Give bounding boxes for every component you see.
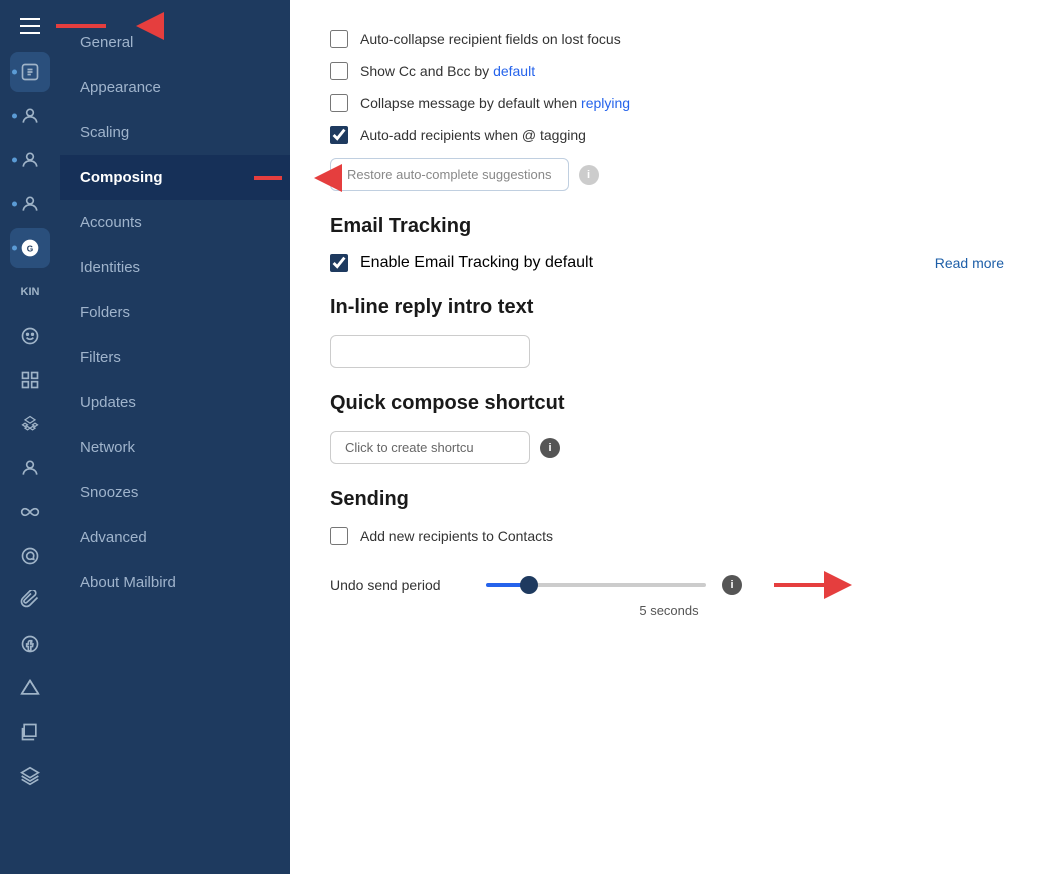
shortcut-info-icon[interactable]: i xyxy=(540,438,560,458)
sidebar-item-advanced[interactable]: Advanced xyxy=(60,515,290,560)
collapse-reply-label: Collapse message by default when replyin… xyxy=(360,95,630,111)
icon-account-5[interactable]: G xyxy=(10,228,50,268)
icon-facebook[interactable] xyxy=(10,624,50,664)
collapse-reply-checkbox[interactable] xyxy=(330,94,348,112)
sidebar-item-folders[interactable]: Folders xyxy=(60,290,290,335)
icon-smile[interactable] xyxy=(10,316,50,356)
sidebar-item-scaling[interactable]: Scaling xyxy=(60,110,290,155)
sidebar-icons-column: G KIN xyxy=(0,0,60,874)
checkbox-row-collapse-reply: Collapse message by default when replyin… xyxy=(330,94,1004,112)
email-tracking-label: Enable Email Tracking by default xyxy=(360,254,593,272)
email-tracking-title: Email Tracking xyxy=(330,215,1004,238)
sidebar-item-appearance[interactable]: Appearance xyxy=(60,65,290,110)
add-recipients-row: Add new recipients to Contacts xyxy=(330,527,1004,545)
show-cc-link-text: default xyxy=(493,63,535,79)
inline-reply-title: In-line reply intro text xyxy=(330,296,1004,319)
email-tracking-checkbox[interactable] xyxy=(330,254,348,272)
undo-value-display: 5 seconds xyxy=(486,603,852,618)
sidebar-item-accounts[interactable]: Accounts xyxy=(60,200,290,245)
show-cc-bcc-checkbox[interactable] xyxy=(330,62,348,80)
sending-title: Sending xyxy=(330,488,1004,511)
svg-text:G: G xyxy=(27,243,33,253)
icon-person[interactable] xyxy=(10,448,50,488)
auto-add-recipients-label: Auto-add recipients when @ tagging xyxy=(360,127,586,143)
undo-period-container: Undo send period i 5 seconds xyxy=(330,559,852,618)
read-more-link[interactable]: Read more xyxy=(935,255,1004,271)
undo-info-icon[interactable]: i xyxy=(722,575,742,595)
icon-dropbox[interactable] xyxy=(10,404,50,444)
icon-grid[interactable] xyxy=(10,360,50,400)
checkbox-row-auto-collapse: Auto-collapse recipient fields on lost f… xyxy=(330,30,1004,48)
checkbox-row-auto-add: Auto-add recipients when @ tagging xyxy=(330,126,1004,144)
icon-shape[interactable] xyxy=(10,712,50,752)
inline-reply-section: In-line reply intro text xyxy=(330,296,1004,368)
sending-section: Sending Add new recipients to Contacts U… xyxy=(330,488,1004,620)
restore-autocomplete-button[interactable]: Restore auto-complete suggestions xyxy=(330,158,569,191)
icon-kin[interactable]: KIN xyxy=(10,272,50,312)
icon-account-3[interactable] xyxy=(10,140,50,180)
sidebar-item-identities[interactable]: Identities xyxy=(60,245,290,290)
undo-period-row: Undo send period i xyxy=(330,571,852,599)
auto-collapse-checkbox[interactable] xyxy=(330,30,348,48)
sidebar-nav: General Appearance Scaling Composing Acc… xyxy=(60,0,290,874)
undo-period-slider[interactable] xyxy=(486,583,706,587)
sidebar-item-filters[interactable]: Filters xyxy=(60,335,290,380)
auto-collapse-label: Auto-collapse recipient fields on lost f… xyxy=(360,31,621,47)
shortcut-button[interactable]: Click to create shortcu xyxy=(330,431,530,464)
auto-add-recipients-checkbox[interactable] xyxy=(330,126,348,144)
sidebar-item-about[interactable]: About Mailbird xyxy=(60,560,290,605)
icon-whatsapp[interactable] xyxy=(10,536,50,576)
sidebar-item-composing[interactable]: Composing xyxy=(60,155,290,200)
icon-account-1[interactable] xyxy=(10,52,50,92)
icon-paperclip[interactable] xyxy=(10,580,50,620)
sidebar-item-network[interactable]: Network xyxy=(60,425,290,470)
icon-layers[interactable] xyxy=(10,756,50,796)
checkbox-row-show-cc: Show Cc and Bcc by default xyxy=(330,62,1004,80)
hamburger-menu[interactable] xyxy=(12,8,48,44)
tracking-left: Enable Email Tracking by default xyxy=(330,254,593,272)
add-recipients-label: Add new recipients to Contacts xyxy=(360,528,553,544)
show-cc-bcc-label: Show Cc and Bcc by default xyxy=(360,63,535,79)
icon-account-2[interactable] xyxy=(10,96,50,136)
undo-period-label: Undo send period xyxy=(330,577,470,593)
sidebar-item-snoozes[interactable]: Snoozes xyxy=(60,470,290,515)
shortcut-row: Click to create shortcu i xyxy=(330,431,1004,464)
add-recipients-checkbox[interactable] xyxy=(330,527,348,545)
sidebar-item-updates[interactable]: Updates xyxy=(60,380,290,425)
icon-infinity[interactable] xyxy=(10,492,50,532)
sidebar-item-general[interactable]: General xyxy=(60,20,290,65)
inline-reply-input[interactable] xyxy=(330,335,530,368)
quick-compose-title: Quick compose shortcut xyxy=(330,392,1004,415)
icon-account-4[interactable] xyxy=(10,184,50,224)
quick-compose-section: Quick compose shortcut Click to create s… xyxy=(330,392,1004,464)
restore-row: Restore auto-complete suggestions i xyxy=(330,158,1004,191)
icon-drive[interactable] xyxy=(10,668,50,708)
restore-info-icon[interactable]: i xyxy=(579,165,599,185)
tracking-row: Enable Email Tracking by default Read mo… xyxy=(330,254,1004,272)
main-content: Auto-collapse recipient fields on lost f… xyxy=(290,0,1044,874)
